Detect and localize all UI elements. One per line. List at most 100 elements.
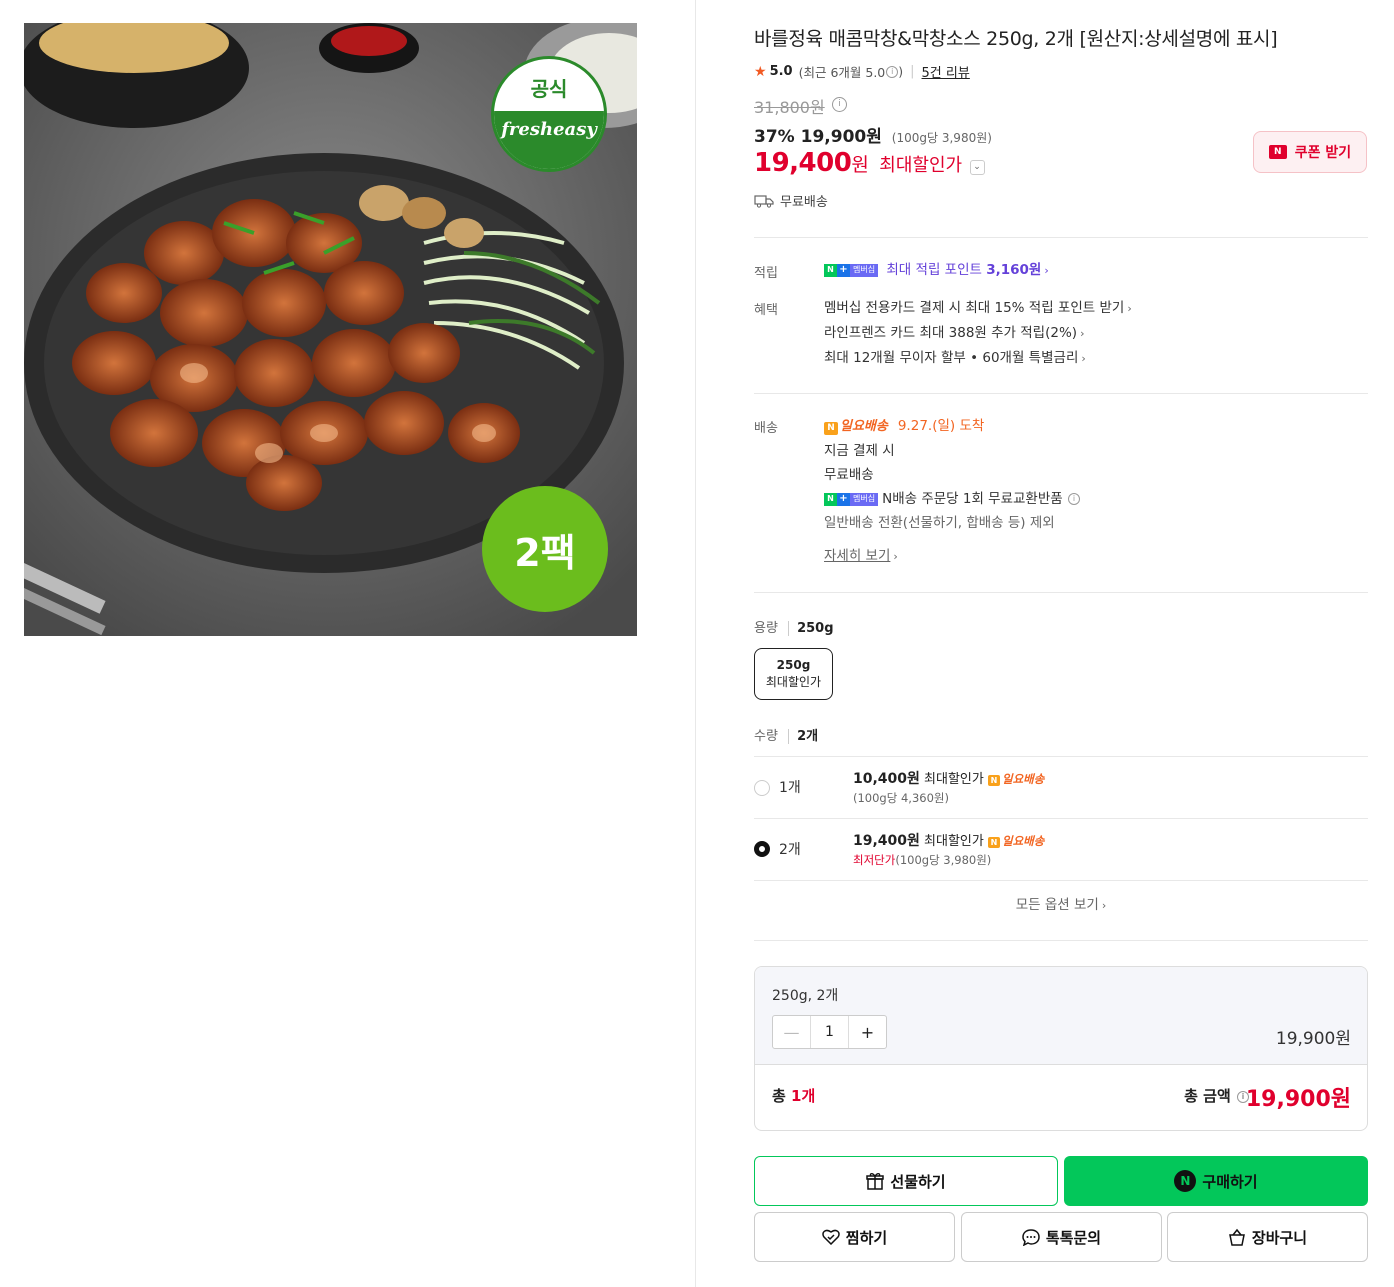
talk-button[interactable]: 톡톡문의 [961,1212,1162,1262]
rating-recent-close: ) [898,64,904,79]
discount-rate: 37% [754,127,795,147]
max-sale-row[interactable]: 19,400원 최대할인가 ⌄ [754,148,985,178]
divider [754,592,1368,593]
heart-check-icon [822,1229,840,1245]
qty-option-name: 1개 [779,780,801,796]
discounted-price: 19,900원 [800,127,882,147]
chevron-right-icon: › [1101,899,1107,912]
sunday-delivery-icon: N [988,775,1000,786]
talk-button-label: 톡톡문의 [1045,1228,1102,1247]
chevron-right-icon: › [1127,302,1132,315]
qty-option-1[interactable]: 1개 10,400원 최대할인가 N 일요배송 (100g당 4,360원) [754,757,1368,817]
qty-label-row: 수량 2개 [754,725,819,744]
perk-item[interactable]: 최대 12개월 무이자 할부 • 60개월 특별금리 › [824,346,1132,371]
plus-icon[interactable]: + [849,1016,886,1048]
selected-item-name: 250g, 2개 [772,988,839,1004]
qty-option-price-row: 10,400원 최대할인가 N 일요배송 [853,771,1045,787]
radio-button[interactable] [754,780,770,796]
chevron-right-icon: › [893,550,898,563]
delivery-info: N 일요배송 9.27.(일) 도착 지금 결제 시 무료배송 N + 멤버십 N배송 주… [824,414,1080,569]
separator: | [910,64,915,79]
qty-option-name: 2개 [779,842,801,858]
chevron-down-icon[interactable]: ⌄ [969,159,985,175]
pack-badge-label: 2팩 [514,530,576,575]
info-icon[interactable]: i [1068,493,1080,505]
gift-button-label: 선물하기 [890,1172,946,1191]
points-text: 최대 적립 포인트 [886,262,982,278]
coupon-button[interactable]: N 쿠폰 받기 [1253,131,1367,173]
rating-score: 5.0 [769,64,793,79]
delivery-label: 배송 [754,421,778,436]
buy-button-label: 구매하기 [1202,1172,1258,1191]
qty-value: 2개 [788,729,819,744]
cart-button-label: 장바구니 [1251,1228,1308,1247]
exchange-row: N + 멤버십 N배송 주문당 1회 무료교환반품 i [824,487,1080,511]
qty-option-unit: (100g당 4,360원) [853,791,949,805]
detail-link-row[interactable]: 자세히 보기 › [824,544,1080,569]
brand-logo-text: fresheasy [501,119,597,140]
discount-row: 37% 19,900원 (100g당 3,980원) [754,122,992,147]
selected-item-box: 250g, 2개 — 1 + 19,900원 총 1개 총 금액 i 19,90… [754,966,1368,1131]
info-icon[interactable]: i [886,65,899,78]
coupon-button-label: 쿠폰 받기 [1294,145,1352,161]
cart-button[interactable]: 장바구니 [1167,1212,1368,1262]
price-info-icon[interactable]: i [832,97,847,112]
quantity-value[interactable]: 1 [810,1016,849,1048]
perk-item[interactable]: 라인프렌즈 카드 최대 388원 추가 적립(2%) › [824,321,1132,346]
wish-button[interactable]: 찜하기 [754,1212,955,1262]
capacity-label: 용량 [754,621,778,636]
max-sale-price: 19,400 [754,148,852,178]
chip-weight: 250g [776,658,811,672]
chevron-right-icon: › [1081,352,1086,365]
unit-price: (100g당 3,980원) [891,131,992,145]
gift-icon [866,1173,885,1190]
arrival-date: 9.27.(일) 도착 [897,418,985,434]
quantity-stepper[interactable]: — 1 + [772,1015,887,1049]
sunday-delivery-icon: N [988,837,1000,848]
buy-button[interactable]: N 구매하기 [1064,1156,1368,1206]
perks-label: 혜택 [754,303,778,318]
star-icon: ★ [754,63,767,80]
product-image[interactable]: 공식 fresheasy 2팩 [24,23,637,636]
rating-row: ★ 5.0 (최근 6개월 5.0 i ) | 5건 리뷰 [754,62,970,82]
pack-badge: 2팩 [482,486,608,612]
official-badge-label: 공식 [530,77,568,101]
truck-icon [754,194,774,208]
max-sale-won: 원 [851,154,869,176]
points-row[interactable]: N + 멤버십 최대 적립 포인트 3,160원 › [824,258,1049,283]
perks-list: 멤버십 전용카드 결제 시 최대 15% 적립 포인트 받기 › 라인프렌즈 카드… [824,296,1132,371]
gift-button[interactable]: 선물하기 [754,1156,1058,1206]
total-amount-label: 총 금액 i [1184,1085,1249,1106]
total-amount: 19,900원 [1245,1087,1351,1112]
naver-pay-icon: N [1174,1170,1197,1192]
sunday-delivery-label: 일요배송 [840,419,888,434]
minus-icon[interactable]: — [773,1016,810,1048]
chat-bubble-icon [1022,1229,1040,1246]
detail-link[interactable]: 자세히 보기 [824,548,890,564]
qty-option-2[interactable]: 2개 19,400원 최대할인가 N 일요배송 최저단가(100g당 3,980원… [754,819,1368,879]
chip-label: 최대할인가 [765,675,822,689]
qty-option-price-row: 19,400원 최대할인가 N 일요배송 [853,833,1045,849]
total-count: 총 1개 [772,1087,816,1105]
naver-plus-membership-icon: N + 멤버십 [824,263,879,277]
naver-n-icon: N [1268,145,1287,159]
exchange-text: N배송 주문당 1회 무료교환반품 [882,491,1063,507]
points-value: 3,160원 [986,262,1042,278]
points-label: 적립 [754,266,778,281]
chevron-right-icon: › [1080,327,1085,340]
capacity-label-row: 용량 250g [754,617,834,636]
wish-button-label: 찜하기 [845,1228,888,1247]
chevron-right-icon: › [1044,264,1049,277]
capacity-option-chip[interactable]: 250g 최대할인가 [754,648,833,700]
max-sale-label: 최대할인가 [879,155,963,176]
original-price: 31,800원 [754,98,825,117]
radio-button-selected[interactable] [754,841,770,857]
divider [754,237,1368,238]
rating-recent: (최근 6개월 5.0 [798,65,886,80]
review-count-link[interactable]: 5건 리뷰 [922,62,970,81]
all-options-link[interactable]: 모든 옵션 보기 › [754,893,1368,913]
qty-label: 수량 [754,729,778,744]
product-title: 바를정육 매콤막창&막창소스 250g, 2개 [원산지:상세설명에 표시] [754,28,1278,50]
perk-item[interactable]: 멤버십 전용카드 결제 시 최대 15% 적립 포인트 받기 › [824,296,1132,321]
naver-plus-membership-icon: N + 멤버십 [824,492,879,506]
